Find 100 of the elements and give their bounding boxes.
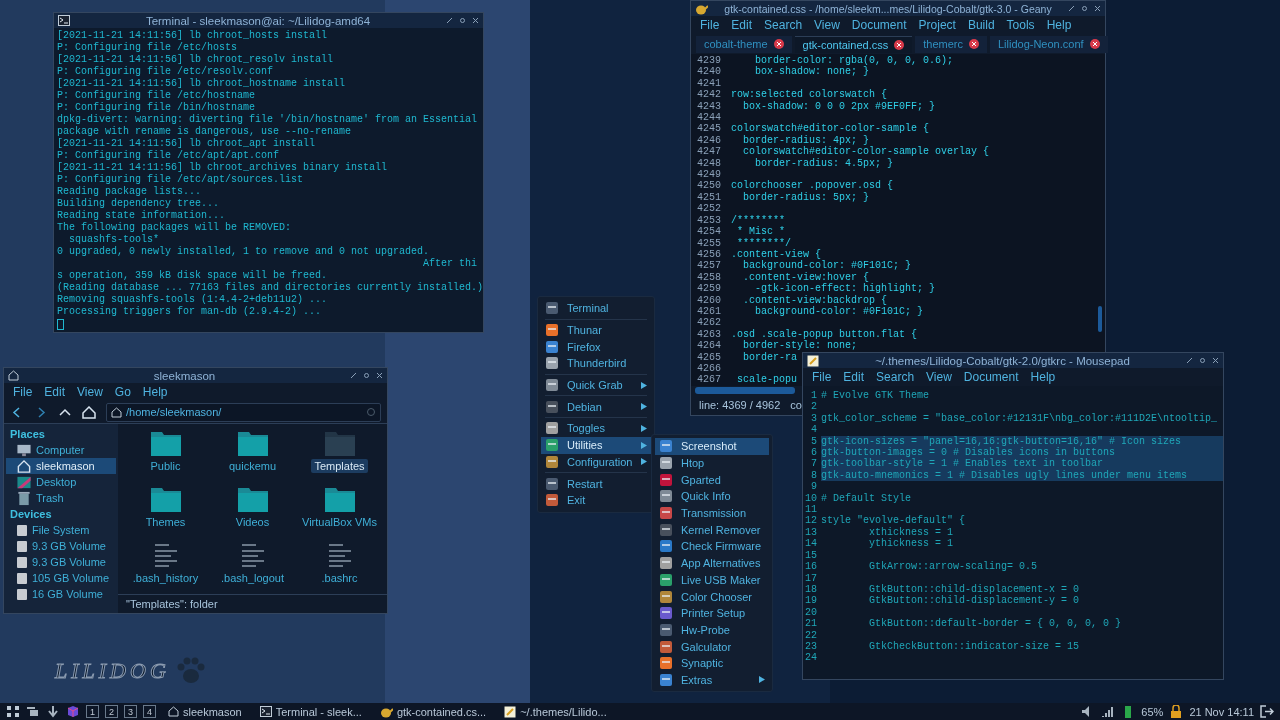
folder-tile[interactable]: Videos (209, 486, 296, 538)
menu-item[interactable]: Quick Grab (541, 376, 651, 394)
task-button[interactable]: gtk-contained.cs... (373, 705, 493, 718)
menu-item[interactable]: Search (759, 18, 808, 32)
signal-icon[interactable] (1101, 705, 1116, 718)
folder-tile[interactable]: Templates (296, 430, 383, 482)
menu-item[interactable]: Utilities (541, 436, 651, 454)
menu-item[interactable]: Edit (39, 385, 71, 399)
menu-item[interactable]: File (807, 370, 837, 384)
circle-icon[interactable] (1081, 5, 1088, 12)
workspace-button[interactable]: 3 (124, 705, 137, 718)
menu-item[interactable]: View (809, 18, 845, 32)
menu-item[interactable]: Project (913, 18, 961, 32)
menu-item[interactable]: Edit (838, 370, 870, 384)
download-icon[interactable] (46, 705, 60, 718)
menu-item[interactable]: Document (846, 18, 912, 32)
menu-item[interactable]: Go (109, 385, 136, 399)
circle-icon[interactable] (363, 372, 370, 379)
slash-icon[interactable] (1186, 357, 1193, 364)
menu-item[interactable]: Search (871, 370, 920, 384)
folder-tile[interactable]: quickemu (209, 430, 296, 482)
menu-item[interactable]: Color Chooser (655, 588, 769, 605)
folder-tile[interactable]: Public (122, 430, 209, 482)
menu-item[interactable]: Quick Info (655, 488, 769, 505)
task-button[interactable]: sleekmason (162, 705, 248, 718)
document-tile[interactable]: .bashrc (296, 542, 383, 594)
circle-icon[interactable] (459, 17, 466, 24)
menu-item[interactable]: Kernel Remover (655, 521, 769, 539)
close-icon[interactable] (1094, 5, 1101, 12)
menu-item[interactable]: Document (958, 370, 1024, 384)
menu-item[interactable]: Hw-Probe (655, 621, 769, 639)
slash-icon[interactable] (446, 17, 453, 24)
sidebar-item[interactable]: sleekmason (6, 458, 116, 474)
menu-item[interactable]: Screenshot (655, 438, 769, 455)
menu-item[interactable]: Exit (541, 491, 651, 509)
workspace-button[interactable]: 2 (105, 705, 118, 718)
sidebar-item[interactable]: 105 GB Volume (6, 570, 116, 586)
menu-item[interactable]: Transmission (655, 504, 769, 522)
menu-item[interactable]: Terminal (541, 300, 651, 317)
menu-item[interactable]: App Alternatives (655, 554, 769, 572)
close-icon[interactable] (894, 39, 905, 50)
task-button[interactable]: Terminal - sleek... (253, 705, 368, 718)
home-icon[interactable] (82, 405, 96, 419)
menu-item[interactable]: Htop (655, 454, 769, 472)
menu-item[interactable]: Edit (726, 18, 758, 32)
path-field[interactable]: /home/sleekmason/ (106, 402, 381, 422)
menu-item[interactable]: Configuration (541, 453, 651, 471)
logout-icon[interactable] (1260, 705, 1274, 718)
tab[interactable]: gtk-contained.css (794, 35, 913, 53)
task-button[interactable]: ~/.themes/Lilido... (498, 705, 613, 718)
menu-item[interactable]: Extras (655, 671, 769, 689)
close-icon[interactable] (472, 17, 479, 24)
workspace-button[interactable]: 1 (86, 705, 99, 718)
document-tile[interactable]: .bash_logout (209, 542, 296, 594)
menu-item[interactable]: Galculator (655, 638, 769, 655)
tab[interactable]: themerc (915, 35, 987, 53)
sidebar-item[interactable]: Trash (6, 490, 116, 506)
menu-item[interactable]: Restart (541, 475, 651, 492)
menu-item[interactable]: Gparted (655, 471, 769, 489)
close-icon[interactable] (968, 39, 979, 49)
menu-item[interactable]: File (8, 385, 38, 399)
menu-item[interactable]: Thunar (541, 321, 651, 339)
menu-item[interactable]: Synaptic (655, 654, 769, 672)
sidebar-item[interactable]: 9.3 GB Volume (6, 554, 116, 570)
menu-item[interactable]: Build (962, 18, 1000, 32)
menu-item[interactable]: Toggles (541, 420, 651, 437)
sidebar-item[interactable]: Desktop (6, 474, 116, 490)
menu-item[interactable]: Help (1025, 370, 1061, 384)
lock-icon[interactable] (1169, 705, 1184, 718)
menu-item[interactable]: Check Firmware (655, 538, 769, 555)
scrollbar[interactable] (695, 386, 795, 394)
sidebar-item[interactable]: Computer (6, 442, 116, 458)
sidebar-item[interactable]: File System (6, 522, 116, 538)
menu-item[interactable]: Debian (541, 398, 651, 416)
menu-item[interactable]: Thunderbird (541, 355, 651, 372)
menu-item[interactable]: Help (1041, 18, 1077, 32)
close-icon[interactable] (376, 372, 383, 379)
menu-item[interactable]: Firefox (541, 338, 651, 356)
menu-item[interactable]: Help (137, 385, 173, 399)
menu-item[interactable]: View (921, 370, 957, 384)
slash-icon[interactable] (350, 372, 357, 379)
windows-icon[interactable] (26, 705, 40, 718)
folder-tile[interactable]: Themes (122, 486, 209, 538)
menu-item[interactable]: Tools (1001, 18, 1040, 32)
menu-item[interactable]: Printer Setup (655, 604, 769, 622)
sidebar-item[interactable]: 16 GB Volume (6, 586, 116, 602)
document-tile[interactable]: .bash_history (122, 542, 209, 594)
folder-tile[interactable]: VirtualBox VMs (296, 486, 383, 538)
close-icon[interactable] (1212, 357, 1219, 364)
tab[interactable]: Lilidog-Neon.conf (989, 35, 1108, 53)
circle-icon[interactable] (1199, 357, 1206, 364)
close-icon[interactable] (1089, 39, 1100, 49)
scrollbar[interactable] (1098, 306, 1102, 332)
grid-icon[interactable] (6, 705, 20, 718)
workspace-button[interactable]: 4 (143, 705, 156, 718)
cube-icon[interactable] (66, 705, 80, 718)
close-icon[interactable] (773, 39, 784, 49)
slash-icon[interactable] (1068, 5, 1075, 12)
sidebar-item[interactable]: 9.3 GB Volume (6, 538, 116, 554)
menu-item[interactable]: Live USB Maker (655, 571, 769, 589)
